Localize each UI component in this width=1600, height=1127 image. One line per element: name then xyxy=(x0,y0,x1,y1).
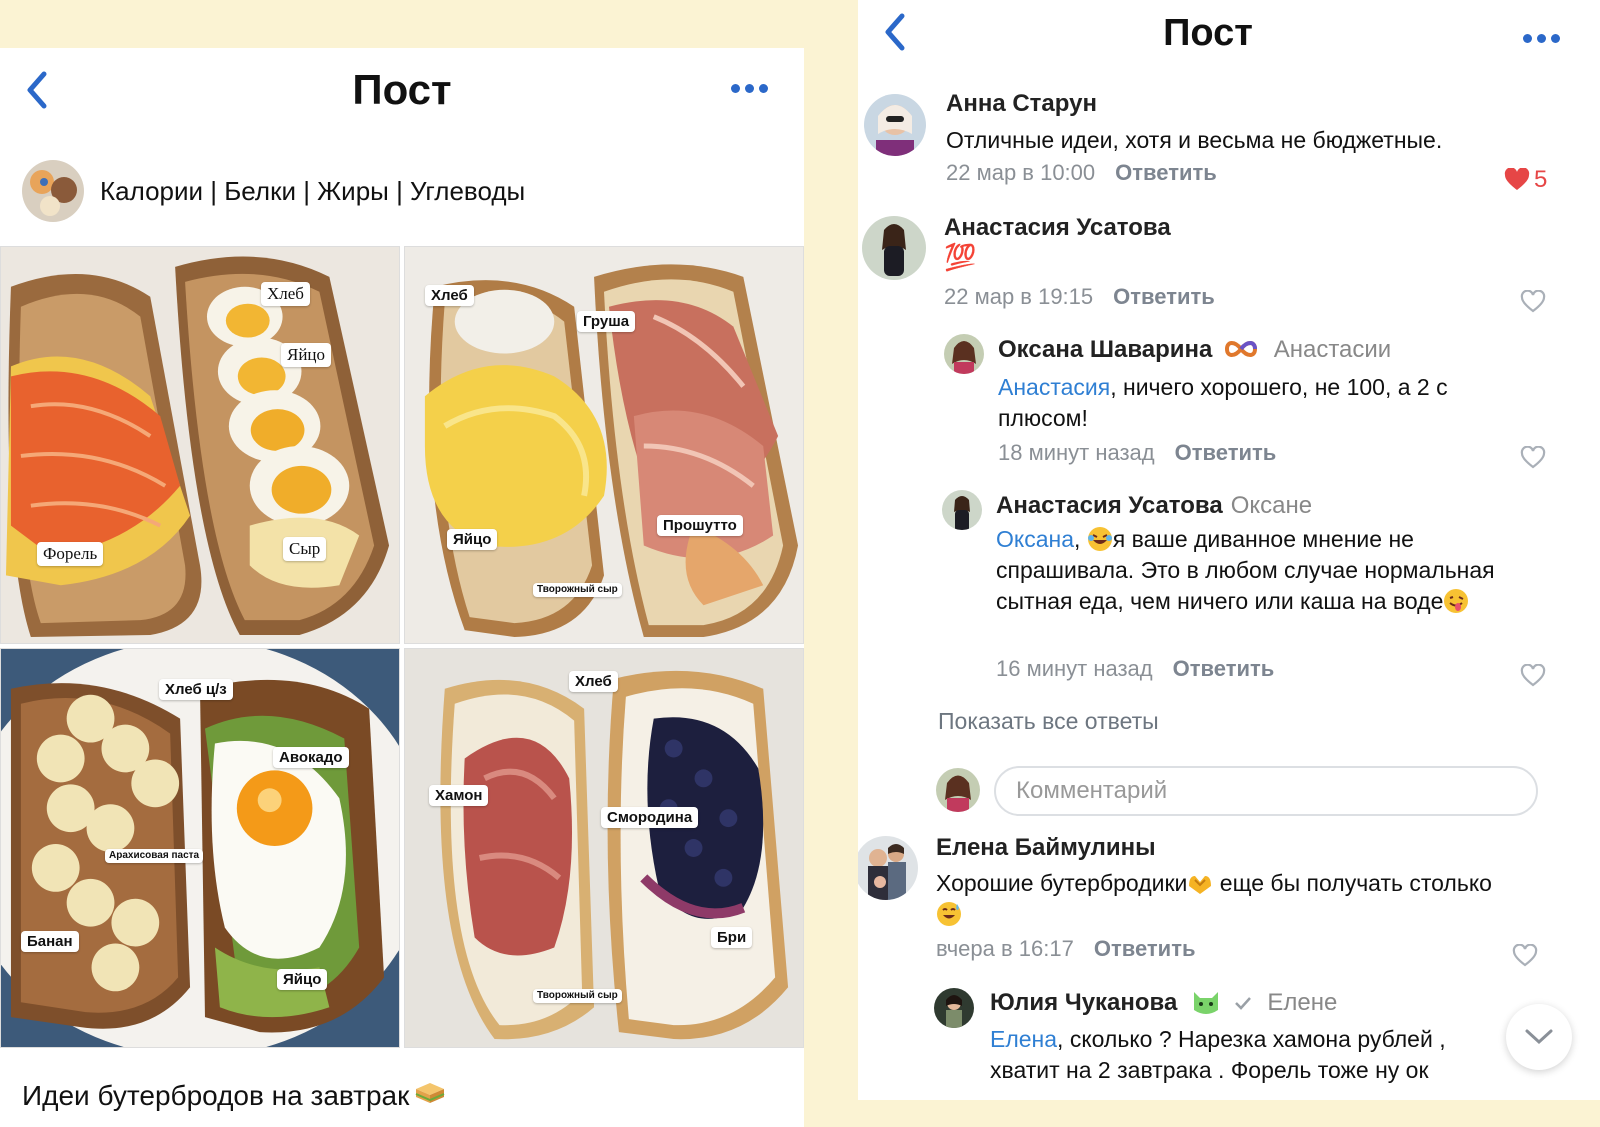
comment-meta: 22 мар в 10:00 Ответить xyxy=(946,160,1217,186)
avatar[interactable] xyxy=(864,94,926,156)
post-photo-grid[interactable]: Хлеб Яйцо Форель Сыр Хлеб Груша Яйцо Про… xyxy=(0,246,804,1048)
mention-link[interactable]: Анастасия xyxy=(998,374,1110,400)
photo-banana-avocado-toast[interactable]: Хлеб ц/з Авокадо Арахисовая паста Банан … xyxy=(0,648,400,1048)
heart-outline-icon[interactable] xyxy=(1520,290,1546,314)
tag-bread: Хлеб xyxy=(569,671,618,693)
tag-egg: Яйцо xyxy=(447,529,498,551)
tag-cheese: Сыр xyxy=(283,537,327,561)
comment-input[interactable]: Комментарий xyxy=(994,766,1538,816)
tag-trout: Форель xyxy=(37,542,104,566)
avatar[interactable] xyxy=(942,490,982,530)
comments-panel: Пост Анна Старун Отличные идеи, хотя и в… xyxy=(858,0,1600,1100)
heart-outline-icon[interactable] xyxy=(1520,664,1546,688)
tag-whole-grain-bread: Хлеб ц/з xyxy=(159,679,233,701)
comment-time: вчера в 16:17 xyxy=(936,936,1074,961)
post-header: Пост xyxy=(0,48,804,138)
comment-time: 22 мар в 10:00 xyxy=(946,160,1096,185)
sandwich-emoji-icon xyxy=(415,1083,445,1103)
page-title: Пост xyxy=(352,66,452,113)
tag-jamon: Хамон xyxy=(429,785,489,807)
post-panel-left: Пост Калории | Белки | Жиры | Углеводы Х… xyxy=(0,48,804,1127)
chevron-down-icon xyxy=(1525,1029,1553,1045)
comment-meta: вчера в 16:17 Ответить xyxy=(936,936,1196,962)
tag-pear: Груша xyxy=(577,311,636,333)
tag-brie: Бри xyxy=(711,927,753,949)
comment-author[interactable]: Елена Баймулины xyxy=(936,834,1156,862)
comments-header: Пост xyxy=(858,0,1600,76)
avatar[interactable] xyxy=(858,836,918,900)
avatar[interactable] xyxy=(944,334,984,374)
tag-egg: Яйцо xyxy=(277,969,328,991)
page-title: Пост xyxy=(1163,12,1253,54)
show-all-replies-link[interactable]: Показать все ответы xyxy=(938,708,1159,735)
photo-jamon-brie-toast[interactable]: Хлеб Хамон Смородина Бри Творожный сыр xyxy=(404,648,804,1048)
reply-button[interactable]: Ответить xyxy=(1173,656,1275,681)
comment-text: Елена, сколько ? Нарезка хамона рублей ,… xyxy=(990,1026,1446,1083)
comment-text: Отличные идеи, хотя и весьма не бюджетны… xyxy=(946,127,1443,153)
group-name[interactable]: Калории | Белки | Жиры | Углеводы xyxy=(100,176,525,207)
more-icon[interactable] xyxy=(731,84,768,93)
comment-meta: 22 мар в 19:15 Ответить xyxy=(944,284,1215,310)
comment-input-row: Комментарий xyxy=(936,766,1546,816)
current-user-avatar xyxy=(936,768,980,812)
comment-time: 16 минут назад xyxy=(996,656,1153,681)
post-author[interactable]: Калории | Белки | Жиры | Углеводы xyxy=(22,160,525,222)
heart-outline-icon[interactable] xyxy=(1512,944,1538,968)
avatar[interactable] xyxy=(934,988,974,1028)
reply-button[interactable]: Ответить xyxy=(1115,160,1217,185)
reply-button[interactable]: Ответить xyxy=(1113,284,1215,309)
comment-time: 22 мар в 19:15 xyxy=(944,284,1094,309)
comment-meta: 18 минут назад Ответить xyxy=(998,440,1276,466)
scroll-down-button[interactable] xyxy=(1506,1004,1572,1070)
comment-time: 18 минут назад xyxy=(998,440,1155,465)
tag-prosciutto: Прошутто xyxy=(657,515,743,537)
infinity-emoji-icon xyxy=(1225,341,1258,357)
photo-prosciutto-pear-toast[interactable]: Хлеб Груша Яйцо Прошутто Творожный сыр xyxy=(404,246,804,644)
comment-author: Оксана Шаварина Анастасии xyxy=(998,336,1392,363)
heart-outline-icon[interactable] xyxy=(1520,446,1546,470)
comment-author: Анастасия Усатова Оксане xyxy=(996,492,1313,519)
avatar[interactable] xyxy=(862,216,926,280)
like-button[interactable]: 5 xyxy=(1504,166,1547,194)
reply-to: Анастасии xyxy=(1273,336,1392,363)
group-avatar[interactable] xyxy=(22,160,84,222)
tag-currant: Смородина xyxy=(601,807,699,829)
cat-emoji-icon xyxy=(1194,992,1219,1014)
tag-bread: Хлеб xyxy=(425,285,474,307)
tag-bread: Хлеб xyxy=(261,282,310,306)
sweat-smile-emoji-icon xyxy=(937,902,961,926)
heart-filled-icon xyxy=(1504,168,1530,190)
comment-text: Анастасия, ничего хорошего, не 100, а 2 … xyxy=(998,374,1448,431)
comment-text: Оксана, я ваше диванное мнение не спраши… xyxy=(996,526,1495,614)
reply-button[interactable]: Ответить xyxy=(1094,936,1196,961)
tag-cream-cheese: Творожный сыр xyxy=(533,583,622,597)
tag-egg: Яйцо xyxy=(281,343,332,367)
comment-author[interactable]: Анна Старун xyxy=(946,90,1097,118)
mention-link[interactable]: Елена xyxy=(990,1026,1057,1052)
comment-text: Хорошие бутербродики еще бы получать сто… xyxy=(936,868,1496,930)
tag-cream-cheese: Творожный сыр xyxy=(533,989,622,1003)
post-caption: Идеи бутербродов на завтрак xyxy=(22,1080,447,1112)
comment-author[interactable]: Анастасия Усатова xyxy=(944,214,1171,242)
photo-salmon-egg-toast[interactable]: Хлеб Яйцо Форель Сыр xyxy=(0,246,400,644)
mention-link[interactable]: Оксана xyxy=(996,526,1074,552)
checkmark-icon xyxy=(1234,997,1251,1010)
reply-to: Елене xyxy=(1267,989,1338,1016)
tag-banana: Банан xyxy=(21,931,79,953)
more-icon[interactable] xyxy=(1523,34,1560,43)
like-count: 5 xyxy=(1534,166,1548,193)
reply-to: Оксане xyxy=(1230,492,1313,519)
reply-button[interactable]: Ответить xyxy=(1175,440,1277,465)
comment-author: Юлия Чуканова Елене xyxy=(990,989,1338,1016)
comment-meta: 16 минут назад Ответить xyxy=(996,656,1274,682)
heart-hands-emoji-icon xyxy=(1189,876,1212,894)
tag-peanut-butter: Арахисовая паста xyxy=(105,849,204,863)
comment-text: 💯 xyxy=(944,242,977,272)
laughing-emoji-icon xyxy=(1087,527,1112,551)
tag-avocado: Авокадо xyxy=(273,747,349,769)
winking-tongue-emoji-icon xyxy=(1444,589,1469,613)
